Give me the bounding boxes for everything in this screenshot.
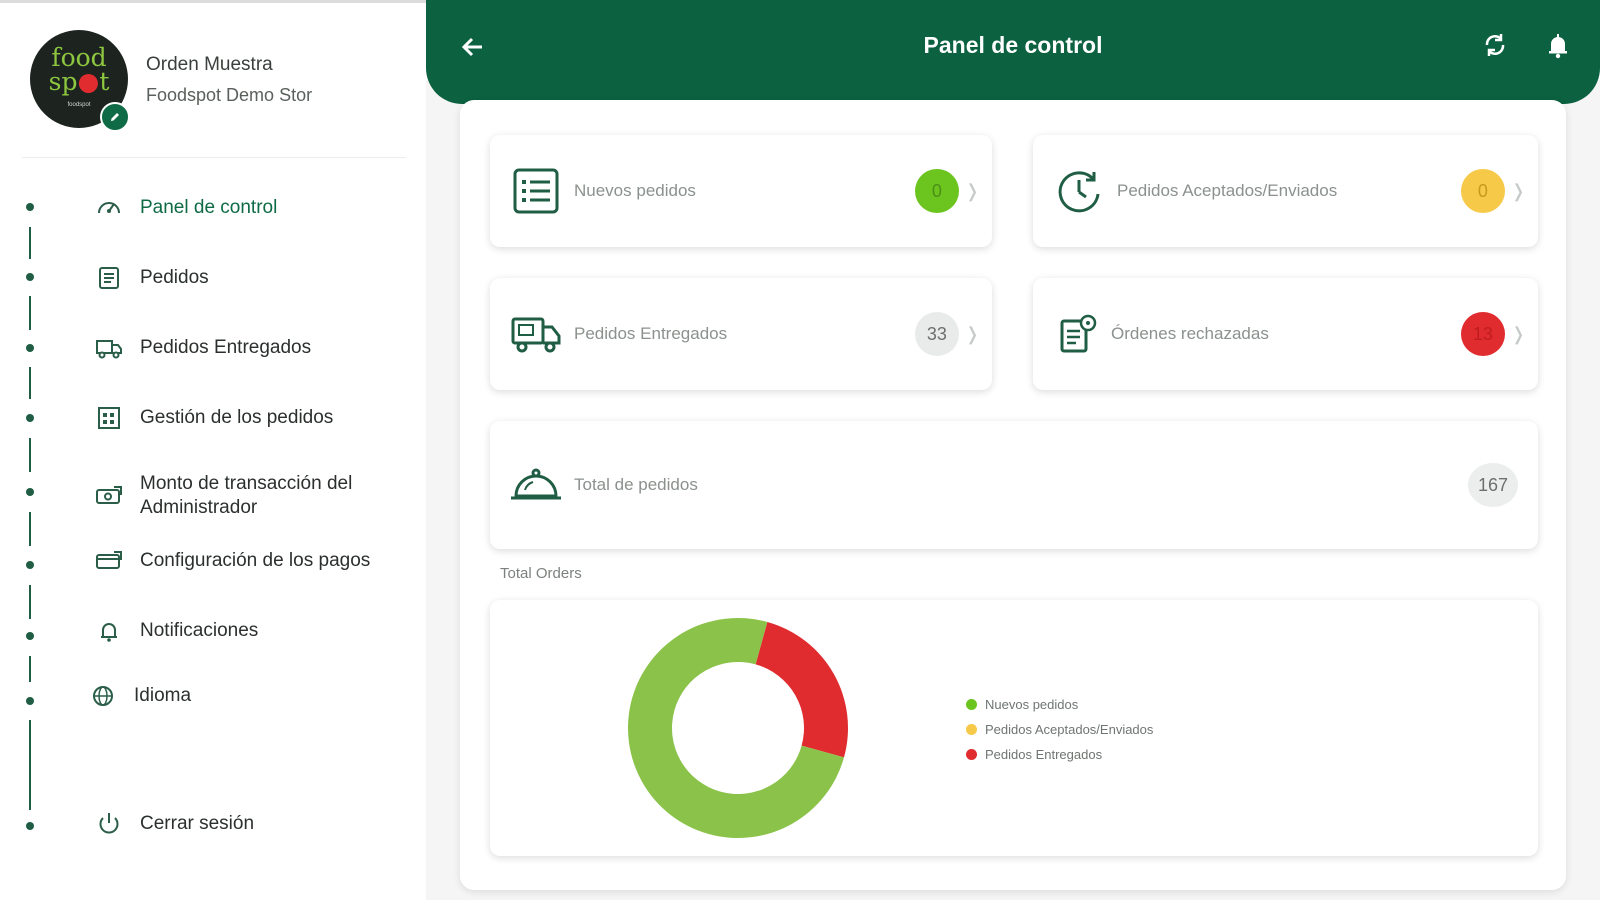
payment-settings-icon [92,544,126,578]
delivery-truck-icon [508,306,564,362]
sidebar-item-monto-de-transaccion[interactable]: Monto de transacción del Administrador [92,472,390,520]
legend-swatch [966,749,977,760]
count-badge: 167 [1468,463,1518,507]
count-badge: 0 [914,169,959,213]
timeline-line [29,720,31,810]
timeline-dot [26,273,34,281]
power-icon [92,807,126,841]
sidebar-item-panel-de-control[interactable]: Panel de control [92,191,277,225]
pie-slice-pedidos-entregados [755,621,848,758]
edit-profile-icon[interactable] [100,102,130,132]
list-icon [508,163,564,219]
sidebar-item-label: Notificaciones [140,620,259,641]
app-header: Panel de control [426,0,1600,104]
sidebar-item-label: Cerrar sesión [140,813,255,834]
timeline-dot [26,203,34,211]
profile-name: Orden Muestra [146,54,273,75]
legend-swatch [966,699,977,710]
timeline-line [29,512,31,546]
notification-bell-icon[interactable] [1541,28,1575,62]
card-label: Órdenes rechazadas [1111,324,1269,343]
order-management-icon [92,401,126,435]
chevron-right-icon: ❭ [1510,180,1526,201]
card-label: Total de pedidos [574,475,698,494]
timeline-line [29,367,31,399]
chevron-right-icon: ❭ [1510,323,1526,344]
card-rejected-orders[interactable]: Órdenes rechazadas 13 ❭ [1033,278,1538,390]
card-total-orders[interactable]: Total de pedidos 167 [490,421,1538,549]
sidebar-divider [22,157,406,158]
card-new-orders[interactable]: Nuevos pedidos 0 ❭ [490,135,992,247]
sidebar-item-label: Panel de control [140,197,278,218]
sidebar-item-label: Pedidos Entregados [140,337,312,358]
brand-logo: food sp●t [48,43,110,96]
timeline-line [29,656,31,682]
sidebar-item-label: Monto de transacción del Administrador [140,473,353,518]
sidebar-item-configuracion-de-los-pagos[interactable]: Configuración de los pagos [92,544,370,578]
timeline-dot [26,697,34,705]
timeline-line [29,296,31,330]
timeline-dot [26,632,34,640]
speedometer-icon [92,191,126,225]
sidebar-item-label: Pedidos [140,267,209,288]
chart-legend: Nuevos pedidos Pedidos Aceptados/Enviado… [966,692,1153,767]
card-label: Pedidos Entregados [574,324,728,343]
legend-label: Pedidos Aceptados/Enviados [985,722,1154,737]
delivery-truck-icon [92,331,126,365]
sidebar-item-cerrar-sesion[interactable]: Cerrar sesión [92,807,254,841]
timeline-dot [26,344,34,352]
clock-icon [1051,163,1107,219]
chevron-right-icon: ❭ [964,180,980,201]
sidebar-item-notificaciones[interactable]: Notificaciones [92,614,258,648]
timeline-dot [26,488,34,496]
legend-item: Pedidos Entregados [966,742,1153,767]
sidebar-item-pedidos-entregados[interactable]: Pedidos Entregados [92,331,311,365]
sidebar-top-border [0,0,426,3]
legend-item: Pedidos Aceptados/Enviados [966,717,1153,742]
globe-icon [86,679,120,713]
timeline-line [29,438,31,472]
sidebar-item-pedidos[interactable]: Pedidos [92,261,209,295]
card-label: Pedidos Aceptados/Enviados [1117,181,1338,200]
card-accepted-orders[interactable]: Pedidos Aceptados/Enviados 0 ❭ [1033,135,1538,247]
card-label: Nuevos pedidos [574,181,696,200]
sidebar: food sp●t foodspot Orden Muestra Foodspot… [0,0,426,900]
donut-chart [628,618,848,838]
legend-label: Pedidos Entregados [985,747,1103,762]
chart-section-label: Total Orders [500,565,582,582]
count-badge: 33 [914,312,959,356]
count-badge: 0 [1460,169,1505,213]
profile-store: Foodspot Demo Stor [146,85,313,105]
timeline-line [29,585,31,619]
money-transfer-icon [92,479,126,513]
timeline-dot [26,561,34,569]
sidebar-item-label: Idioma [134,685,192,706]
timeline-line [29,227,31,259]
orders-list-icon [92,261,126,295]
timeline-dot [26,822,34,830]
chart-card: Nuevos pedidos Pedidos Aceptados/Enviado… [490,600,1538,856]
cloche-icon [508,457,564,513]
legend-swatch [966,724,977,735]
sidebar-item-label: Configuración de los pagos [140,550,371,571]
card-delivered-orders[interactable]: Pedidos Entregados 33 ❭ [490,278,992,390]
bell-icon [92,614,126,648]
chevron-right-icon: ❭ [964,323,980,344]
rejected-doc-icon [1051,306,1107,362]
count-badge: 13 [1460,312,1505,356]
legend-label: Nuevos pedidos [985,697,1079,712]
page-title: Panel de control [923,32,1103,58]
sidebar-item-idioma[interactable]: Idioma [86,679,191,713]
sidebar-item-label: Gestión de los pedidos [140,407,334,428]
refresh-icon[interactable] [1478,28,1512,62]
legend-item: Nuevos pedidos [966,692,1153,717]
sidebar-item-gestion-de-los-pedidos[interactable]: Gestión de los pedidos [92,401,333,435]
timeline-dot [26,414,34,422]
